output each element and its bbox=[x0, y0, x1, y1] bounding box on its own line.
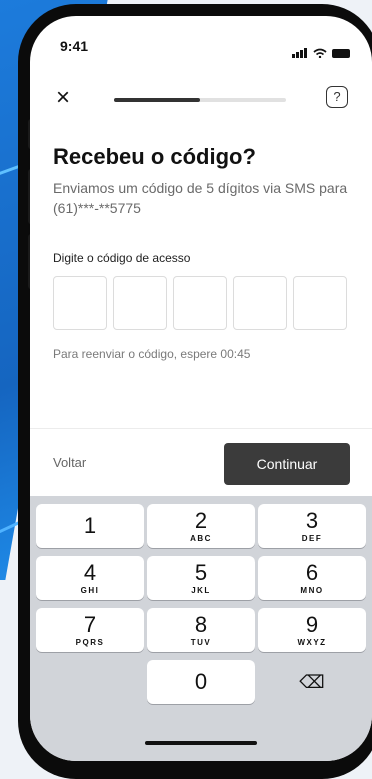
wifi-icon bbox=[313, 48, 327, 58]
key-letters: MNO bbox=[300, 586, 324, 595]
code-digit-input[interactable] bbox=[233, 276, 287, 330]
home-indicator[interactable] bbox=[145, 741, 257, 745]
key-letters: JKL bbox=[191, 586, 211, 595]
numeric-keypad: 1 2 ABC 3 DEF 4 GHI 5 JKL 6 MNO 7 PQRS 8 TUV 9W… bbox=[30, 496, 372, 761]
key-number: 2 bbox=[194, 508, 208, 533]
key-letters: TUV bbox=[190, 638, 212, 647]
key-5[interactable]: 5 JKL bbox=[147, 556, 255, 600]
progress-fill bbox=[114, 98, 200, 102]
key-number: 9 bbox=[305, 612, 319, 637]
battery-icon bbox=[332, 49, 350, 58]
key-number: 1 bbox=[83, 513, 97, 538]
key-7[interactable]: 7 PQRS bbox=[36, 608, 144, 652]
code-digit-input[interactable] bbox=[173, 276, 227, 330]
phone-screen: 9:41 × ? Recebeu o código? Enviamos um c… bbox=[30, 16, 372, 761]
key-letters: GHI bbox=[80, 586, 100, 595]
key-1[interactable]: 1 bbox=[36, 504, 144, 548]
help-icon[interactable]: ? bbox=[326, 86, 348, 108]
code-digit-input[interactable] bbox=[53, 276, 107, 330]
key-2[interactable]: 2 ABC bbox=[147, 504, 255, 548]
backspace-icon: ⌫ bbox=[299, 672, 325, 692]
key-9[interactable]: 9 WXYZ bbox=[258, 608, 366, 652]
key-3[interactable]: 3 DEF bbox=[258, 504, 366, 548]
code-input-group bbox=[53, 276, 347, 330]
close-icon[interactable]: × bbox=[56, 84, 70, 112]
status-bar: 9:41 bbox=[30, 16, 372, 58]
key-0[interactable]: 0 bbox=[147, 660, 255, 704]
progress-bar bbox=[114, 98, 286, 102]
key-4[interactable]: 4 GHI bbox=[36, 556, 144, 600]
page-title: Recebeu o código? bbox=[53, 144, 256, 169]
key-letters: PQRS bbox=[75, 638, 105, 647]
back-button[interactable]: Voltar bbox=[53, 455, 86, 470]
code-label: Digite o código de acesso bbox=[53, 251, 191, 265]
page-subtitle: Enviamos um código de 5 dígitos via SMS … bbox=[53, 180, 348, 216]
signal-icon bbox=[292, 40, 308, 58]
code-digit-input[interactable] bbox=[113, 276, 167, 330]
code-digit-input[interactable] bbox=[293, 276, 347, 330]
status-icons bbox=[292, 40, 350, 58]
key-number: 4 bbox=[83, 560, 97, 585]
backspace-key[interactable]: ⌫ bbox=[258, 660, 366, 704]
key-letters: WXYZ bbox=[297, 638, 327, 647]
key-number: 0 bbox=[194, 669, 208, 694]
resend-timer-text: Para reenviar o código, espere 00:45 bbox=[53, 347, 251, 361]
key-8[interactable]: 8 TUV bbox=[147, 608, 255, 652]
key-letters: DEF bbox=[301, 534, 323, 543]
continue-button[interactable]: Continuar bbox=[224, 443, 350, 485]
status-time: 9:41 bbox=[60, 38, 89, 54]
key-letters: ABC bbox=[190, 534, 212, 543]
action-bar: Voltar Continuar bbox=[30, 428, 372, 497]
key-number: 3 bbox=[305, 508, 319, 533]
key-number: 7 bbox=[83, 612, 97, 637]
key-number: 6 bbox=[305, 560, 319, 585]
top-bar: × ? bbox=[30, 84, 372, 114]
key-number: 8 bbox=[194, 612, 208, 637]
key-6[interactable]: 6 MNO bbox=[258, 556, 366, 600]
key-number: 5 bbox=[194, 560, 208, 585]
